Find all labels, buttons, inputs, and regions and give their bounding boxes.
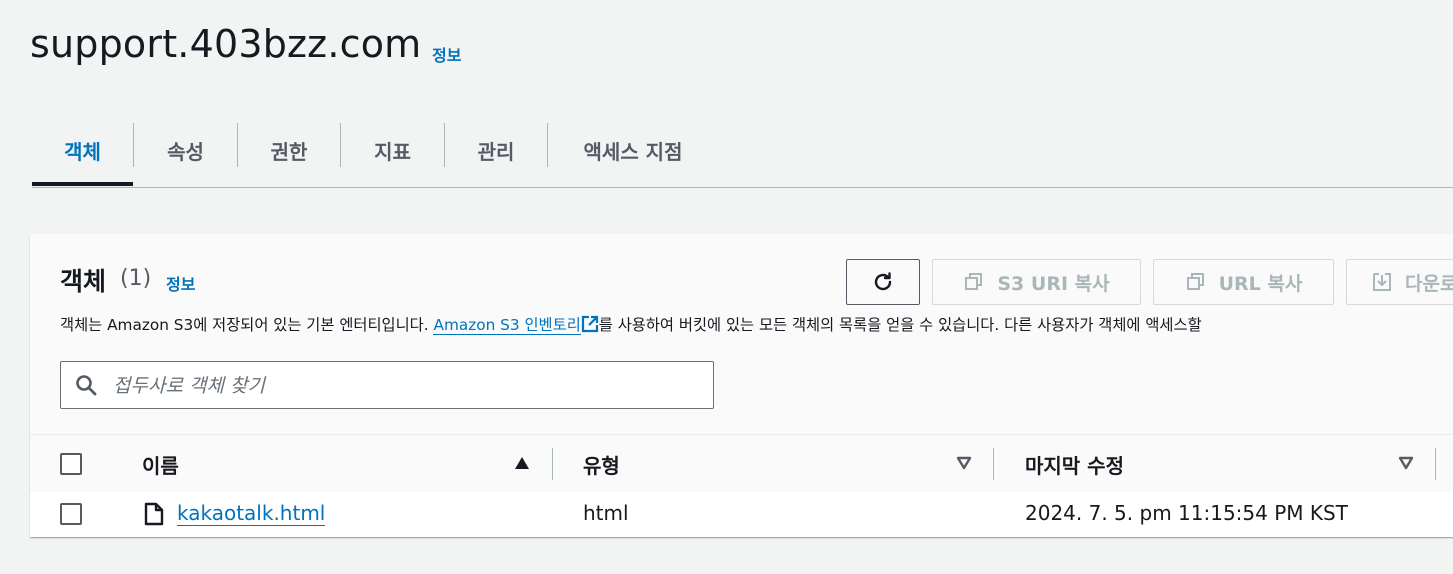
tab-bar: 객체 속성 권한 지표 관리 액세스 지점 xyxy=(32,115,1453,188)
search-icon xyxy=(76,375,97,396)
column-header-last-modified[interactable]: 마지막 수정 xyxy=(1025,450,1124,479)
row-checkbox[interactable] xyxy=(60,503,82,525)
tab-permissions[interactable]: 권한 xyxy=(238,115,340,185)
download-icon xyxy=(1373,273,1391,291)
copy-icon xyxy=(965,273,983,290)
copy-s3-uri-label: S3 URI 복사 xyxy=(997,272,1110,295)
search-input[interactable] xyxy=(111,362,705,410)
refresh-button[interactable] xyxy=(846,259,920,305)
table-row[interactable]: kakaotalk.html html 2024. 7. 5. pm 11:15… xyxy=(30,492,1453,537)
tab-access-points[interactable]: 액세스 지점 xyxy=(548,115,718,185)
external-link-icon[interactable] xyxy=(581,315,599,333)
copy-url-button[interactable]: URL 복사 xyxy=(1153,259,1334,305)
copy-url-label: URL 복사 xyxy=(1218,272,1303,295)
sort-ascending-icon[interactable] xyxy=(514,455,530,471)
column-header-name[interactable]: 이름 xyxy=(142,450,179,479)
panel-title: 객체 xyxy=(60,267,107,296)
description-text: 객체는 Amazon S3에 저장되어 있는 기본 엔터티입니다. xyxy=(60,316,434,334)
object-type: html xyxy=(583,501,629,525)
select-all-checkbox[interactable] xyxy=(60,453,82,475)
bucket-title: support.403bzz.com xyxy=(30,22,422,66)
inventory-link[interactable]: Amazon S3 인벤토리 xyxy=(433,316,581,335)
description-text-continued: 를 사용하여 버킷에 있는 모든 객체의 목록을 얻을 수 있습니다. 다른 사… xyxy=(598,316,1202,334)
bucket-info-link[interactable]: 정보 xyxy=(432,42,461,66)
objects-description: 객체는 Amazon S3에 저장되어 있는 기본 엔터티입니다. Amazon… xyxy=(60,313,1202,335)
sort-descending-icon[interactable] xyxy=(1398,455,1414,471)
column-header-type[interactable]: 유형 xyxy=(583,450,620,479)
column-divider[interactable] xyxy=(1435,448,1436,480)
active-tab-indicator xyxy=(32,182,133,186)
object-count: (1) xyxy=(120,266,152,291)
objects-panel: 객체 (1) 정보 S3 URI 복사 URL 복사 다운로드 객체는 Amaz… xyxy=(30,234,1453,537)
search-box xyxy=(60,361,714,410)
download-label: 다운로드 xyxy=(1405,272,1453,295)
tab-objects[interactable]: 객체 xyxy=(32,115,133,185)
column-divider[interactable] xyxy=(552,448,553,480)
tab-properties[interactable]: 속성 xyxy=(134,115,237,185)
column-divider[interactable] xyxy=(993,448,994,480)
tab-management[interactable]: 관리 xyxy=(445,115,547,185)
download-button[interactable]: 다운로드 xyxy=(1346,259,1453,305)
file-icon xyxy=(144,502,164,526)
refresh-icon xyxy=(874,272,892,291)
copy-s3-uri-button[interactable]: S3 URI 복사 xyxy=(932,259,1141,305)
object-name-link[interactable]: kakaotalk.html xyxy=(177,501,326,526)
objects-info-link[interactable]: 정보 xyxy=(166,271,195,295)
sort-descending-icon[interactable] xyxy=(956,455,972,471)
tab-metrics[interactable]: 지표 xyxy=(341,115,444,185)
object-last-modified: 2024. 7. 5. pm 11:15:54 PM KST xyxy=(1025,501,1348,525)
table-header: 이름 유형 마지막 수정 xyxy=(30,434,1453,494)
copy-icon xyxy=(1186,273,1204,290)
